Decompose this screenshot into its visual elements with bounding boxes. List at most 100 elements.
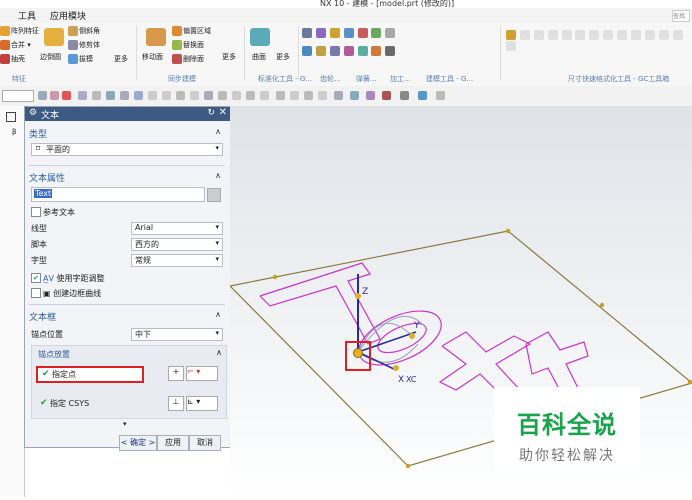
view-icon[interactable] <box>382 91 391 100</box>
gc-tool-icon[interactable] <box>385 46 396 56</box>
snap-icon[interactable] <box>304 91 313 100</box>
snap-icon[interactable] <box>148 91 157 100</box>
offset-region-button[interactable]: 偏置区域 <box>172 26 211 36</box>
point-type-select[interactable]: ⌐ ▾ <box>186 366 218 381</box>
ref-text-checkbox[interactable] <box>31 207 41 217</box>
gc-tool-icon[interactable] <box>315 28 326 38</box>
replace-face-button[interactable]: 替换面 <box>172 40 204 50</box>
gc-tool-icon[interactable] <box>357 28 368 38</box>
surface-button[interactable]: 曲面 <box>252 52 266 62</box>
more-surface-button[interactable]: 更多 <box>276 52 290 62</box>
gc-tool-icon[interactable] <box>371 46 382 56</box>
delete-face-button[interactable]: 删除面 <box>172 54 204 64</box>
gc-tool-icon[interactable] <box>329 28 340 38</box>
window-icon[interactable] <box>6 112 16 122</box>
dim-format-icon[interactable] <box>589 30 600 40</box>
type-select[interactable]: ⌑ 平面的 ▾ <box>31 143 223 156</box>
snap-icon[interactable] <box>246 91 255 100</box>
y-handle[interactable] <box>409 333 415 339</box>
collapse-icon[interactable]: ∧ <box>215 310 221 319</box>
textbox-section-header[interactable]: 文本框 ∧ <box>29 310 225 323</box>
dim-format-icon[interactable] <box>644 30 655 40</box>
gc-tool-icon[interactable] <box>357 46 368 56</box>
view-icon[interactable] <box>366 91 375 100</box>
snap-icon[interactable] <box>120 91 129 100</box>
dim-format-icon[interactable] <box>506 40 516 51</box>
view-icon[interactable] <box>350 91 359 100</box>
dim-format-icon[interactable] <box>603 30 614 40</box>
gc-tool-icon[interactable] <box>343 46 354 56</box>
chamfer-button[interactable]: 倒斜角 <box>68 26 100 36</box>
anchor-point[interactable] <box>353 348 363 358</box>
expand-more-icon[interactable]: ▾ <box>123 420 127 428</box>
snap-icon[interactable] <box>106 91 115 100</box>
dim-format-icon[interactable] <box>630 30 641 40</box>
view-icon[interactable] <box>400 91 409 100</box>
dim-format-icon[interactable] <box>575 30 586 40</box>
text-input[interactable]: Text <box>31 187 205 202</box>
dim-format-icon[interactable] <box>533 30 544 40</box>
snap-icon[interactable] <box>62 91 71 100</box>
resource-tab-icon[interactable]: β <box>12 128 16 136</box>
snap-icon[interactable] <box>92 91 101 100</box>
snap-icon[interactable] <box>38 91 47 100</box>
snap-icon[interactable] <box>78 91 87 100</box>
apply-button[interactable]: 应用 <box>157 435 189 451</box>
more-sync-button[interactable]: 更多 <box>222 52 236 62</box>
symbol-button[interactable] <box>207 188 221 202</box>
snap-icon[interactable] <box>204 91 213 100</box>
gear-icon[interactable]: ⚙ <box>29 108 37 118</box>
unite-button[interactable]: 合并 ▾ <box>0 40 31 50</box>
text-props-section-header[interactable]: 文本属性 ∧ <box>29 171 225 184</box>
csys-dialog-button[interactable]: ⊥ <box>168 396 184 411</box>
anchor-select[interactable]: 中下 ▾ <box>131 328 223 341</box>
x-handle[interactable] <box>393 365 399 371</box>
dim-format-icon[interactable] <box>519 30 530 40</box>
snap-icon[interactable] <box>260 91 269 100</box>
collapse-icon[interactable]: ∧ <box>215 171 221 180</box>
gc-tool-icon[interactable] <box>315 46 326 56</box>
pattern-feature-button[interactable]: 阵列特征 <box>0 26 39 36</box>
menu-tools[interactable]: 工具 <box>18 9 36 22</box>
search-input[interactable]: 查找 <box>672 10 690 22</box>
gc-tool-icon[interactable] <box>302 28 312 38</box>
edge-blend-button[interactable]: 边倒圆 <box>40 52 61 62</box>
dim-format-icon[interactable] <box>547 30 558 40</box>
dim-format-icon[interactable] <box>617 30 627 40</box>
snap-icon[interactable] <box>176 91 185 100</box>
z-handle[interactable] <box>355 293 361 299</box>
close-icon[interactable]: ✕ <box>219 107 227 118</box>
view-icon[interactable] <box>418 91 427 100</box>
filter-select[interactable] <box>2 90 34 102</box>
kerning-checkbox[interactable]: ✔ <box>31 273 41 283</box>
dim-format-icon[interactable] <box>506 30 516 40</box>
csys-type-select[interactable]: ⊾ ▾ <box>186 396 218 411</box>
reset-icon[interactable]: ↻ <box>207 108 215 118</box>
snap-icon[interactable] <box>134 91 143 100</box>
dim-format-icon[interactable] <box>658 30 669 40</box>
point-dialog-button[interactable]: + <box>168 366 184 381</box>
gc-tool-icon[interactable] <box>302 46 312 56</box>
menu-applications[interactable]: 应用模块 <box>50 9 86 22</box>
style-select[interactable]: 常规 ▾ <box>131 254 223 267</box>
collapse-icon[interactable]: ∧ <box>215 127 221 136</box>
gc-tool-icon[interactable] <box>385 28 396 38</box>
font-select[interactable]: Arial ▾ <box>131 222 223 235</box>
snap-icon[interactable] <box>50 91 59 100</box>
dialog-titlebar[interactable]: ⚙ 文本 ↻ ✕ <box>25 107 231 121</box>
snap-icon[interactable] <box>162 91 171 100</box>
gc-tool-icon[interactable] <box>371 28 382 38</box>
snap-icon[interactable] <box>232 91 241 100</box>
snap-icon[interactable] <box>190 91 199 100</box>
type-section-header[interactable]: 类型 ∧ <box>29 127 225 140</box>
snap-icon[interactable] <box>218 91 227 100</box>
script-select[interactable]: 西方的 ▾ <box>131 238 223 251</box>
trim-body-button[interactable]: 修剪体 <box>68 40 100 50</box>
snap-icon[interactable] <box>318 91 327 100</box>
gc-tool-icon[interactable] <box>343 28 354 38</box>
boundary-checkbox[interactable] <box>31 288 41 298</box>
ok-button[interactable]: < 确定 > <box>119 435 157 451</box>
dim-format-icon[interactable] <box>672 30 683 40</box>
draft-button[interactable]: 拔模 <box>68 54 93 64</box>
cancel-button[interactable]: 取消 <box>189 435 221 451</box>
